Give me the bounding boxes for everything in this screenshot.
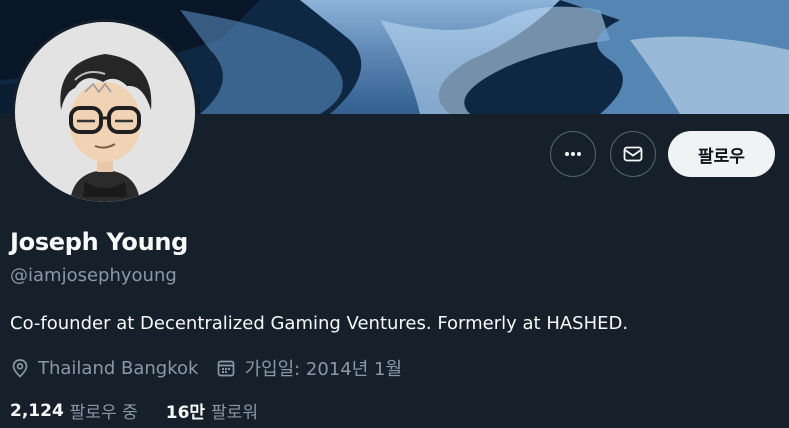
profile-stats: 2,124 팔로우 중 16만 팔로워 — [10, 398, 286, 424]
profile-bio: Co-founder at Decentralized Gaming Ventu… — [10, 313, 629, 334]
profile-location: Thailand Bangkok — [10, 358, 198, 379]
calendar-icon — [218, 360, 235, 377]
following-link[interactable]: 2,124 팔로우 중 — [10, 398, 138, 424]
profile-display-name: Joseph Young — [10, 228, 189, 256]
follow-button[interactable]: 팔로우 — [668, 131, 775, 177]
location-pin-icon — [12, 359, 28, 378]
profile-join-date: 가입일: 2014년 1월 — [216, 355, 402, 381]
more-horizontal-icon — [565, 152, 581, 156]
profile-avatar[interactable] — [12, 19, 198, 205]
following-count: 2,124 — [10, 400, 64, 421]
cartoon-avatar-illustration — [15, 22, 195, 202]
location-text: Thailand Bangkok — [38, 357, 199, 379]
profile-meta: Thailand Bangkok 가입일: 2014년 1월 — [10, 355, 420, 381]
followers-link[interactable]: 16만 팔로워 — [166, 398, 258, 423]
following-label: 팔로우 중 — [69, 403, 138, 423]
followers-count: 16만 — [165, 403, 206, 423]
profile-handle: @iamjosephyoung — [10, 265, 177, 286]
join-date-text: 가입일: 2014년 1월 — [244, 359, 403, 380]
message-button[interactable] — [610, 131, 656, 177]
followers-label: 팔로워 — [211, 403, 258, 423]
more-options-button[interactable] — [550, 131, 596, 177]
envelope-icon — [623, 146, 643, 162]
follow-button-label: 팔로우 — [698, 146, 745, 167]
